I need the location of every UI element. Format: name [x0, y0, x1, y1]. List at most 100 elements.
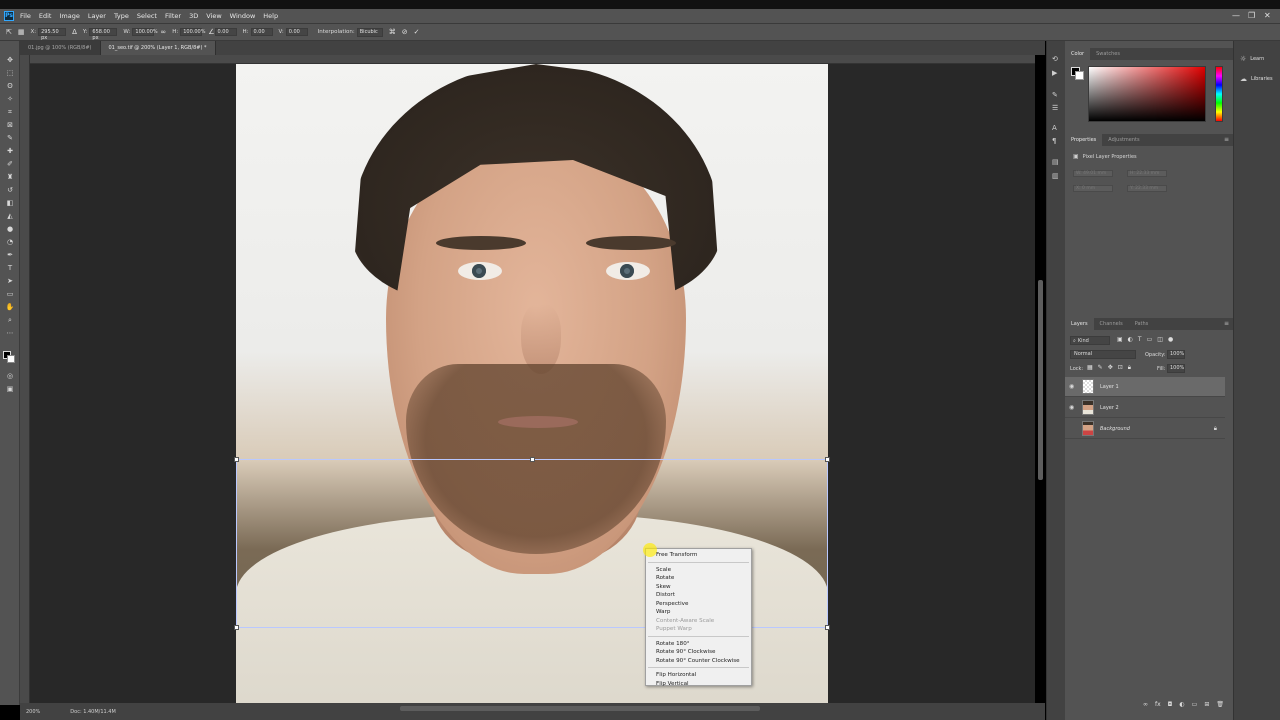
properties-menu-icon[interactable]: ≡ [1224, 134, 1229, 146]
type-tool-icon[interactable]: T [4, 263, 16, 274]
menu-item-rotate-90-cw[interactable]: Rotate 90° Clockwise [646, 648, 751, 657]
menu-item-rotate-90-ccw[interactable]: Rotate 90° Counter Clockwise [646, 657, 751, 666]
lock-artboard-icon[interactable]: ⊡ [1118, 364, 1123, 372]
lock-transparency-icon[interactable]: ▦ [1087, 364, 1093, 372]
menu-item-warp[interactable]: Warp [646, 608, 751, 617]
screen-mode-icon[interactable]: ▣ [4, 384, 16, 395]
paragraph-panel-icon[interactable]: ¶ [1052, 137, 1056, 145]
blur-tool-icon[interactable]: ● [4, 224, 16, 235]
handle-bottom-left[interactable] [234, 625, 239, 630]
edit-toolbar-icon[interactable]: ⋯ [4, 328, 16, 339]
adjust-sliders-icon[interactable]: ☰ [1052, 104, 1058, 112]
history-brush-tool-icon[interactable]: ↺ [4, 185, 16, 196]
menu-view[interactable]: View [206, 12, 221, 20]
layer-filter-select[interactable]: ⌕ Kind [1070, 336, 1110, 345]
dodge-tool-icon[interactable]: ◔ [4, 237, 16, 248]
menu-item-skew[interactable]: Skew [646, 583, 751, 592]
add-mask-icon[interactable]: ◘ [1168, 701, 1173, 708]
character-panel-icon[interactable]: A [1052, 124, 1057, 132]
menu-window[interactable]: Window [230, 12, 256, 20]
restore-icon[interactable]: ❐ [1248, 11, 1255, 20]
tab-channels[interactable]: Channels [1094, 318, 1129, 330]
brush-tool-icon[interactable]: ✐ [4, 159, 16, 170]
link-layers-icon[interactable]: ∞ [1143, 701, 1148, 708]
menu-item-rotate[interactable]: Rotate [646, 574, 751, 583]
learn-button[interactable]: ☼ Learn [1240, 55, 1264, 63]
menu-item-distort[interactable]: Distort [646, 591, 751, 600]
prop-y-field[interactable]: Y: 22.33 mm [1127, 185, 1167, 192]
layer-row-background[interactable]: Background 🔒︎ [1065, 419, 1225, 439]
color-panel-background-swatch[interactable] [1075, 71, 1084, 80]
menu-item-free-transform[interactable]: Free Transform [646, 551, 751, 560]
menu-select[interactable]: Select [137, 12, 157, 20]
opacity-field[interactable]: 100% [1167, 350, 1185, 359]
new-layer-icon[interactable]: ⊞ [1204, 701, 1209, 708]
menu-type[interactable]: Type [114, 12, 129, 20]
y-field[interactable]: 658.00 px [89, 28, 118, 41]
visibility-eye-icon[interactable]: ◉ [1069, 383, 1079, 390]
lock-pixels-icon[interactable]: ✎ [1098, 364, 1103, 372]
move-tool-icon[interactable]: ✥ [4, 55, 16, 66]
menu-3d[interactable]: 3D [189, 12, 198, 20]
height-field[interactable]: 100.00% [180, 28, 205, 36]
prop-x-field[interactable]: X: 0 mm [1073, 185, 1113, 192]
filter-shape-icon[interactable]: ▭ [1147, 336, 1153, 343]
lock-all-icon[interactable]: 🔒︎ [1128, 364, 1131, 372]
prop-width-field[interactable]: W: 49.01 mm [1073, 170, 1113, 177]
link-icon[interactable]: ∞ [160, 28, 166, 36]
color-field[interactable] [1088, 66, 1206, 122]
interpolation-select[interactable]: Bicubic [356, 27, 383, 37]
menu-file[interactable]: File [20, 12, 31, 20]
visibility-eye-icon[interactable]: ◉ [1069, 404, 1079, 411]
libraries-button[interactable]: ☁ Libraries [1240, 75, 1273, 83]
delta-icon[interactable]: Δ [72, 28, 77, 36]
zoom-tool-icon[interactable]: ⌕ [4, 315, 16, 326]
fill-field[interactable]: 100% [1167, 364, 1185, 373]
layer-row-layer-1[interactable]: ◉ Layer 1 [1065, 377, 1225, 397]
blend-mode-select[interactable]: Normal [1070, 350, 1136, 359]
healing-brush-tool-icon[interactable]: ✚ [4, 146, 16, 157]
menu-layer[interactable]: Layer [88, 12, 106, 20]
vertical-scrollbar[interactable] [1038, 280, 1043, 480]
menu-edit[interactable]: Edit [39, 12, 52, 20]
filter-adjustment-icon[interactable]: ◐ [1128, 336, 1133, 343]
history-panel-icon[interactable]: ⟲ [1052, 55, 1058, 63]
filter-type-icon[interactable]: T [1138, 336, 1142, 343]
crop-tool-icon[interactable]: ⌗ [4, 107, 16, 118]
cancel-transform-icon[interactable]: ⊘ [402, 28, 408, 36]
menu-item-perspective[interactable]: Perspective [646, 600, 751, 609]
filter-smart-object-icon[interactable]: ◫ [1157, 336, 1163, 343]
hue-slider[interactable] [1215, 66, 1223, 122]
lasso-tool-icon[interactable]: ʘ [4, 81, 16, 92]
delete-layer-icon[interactable]: 🗑︎ [1216, 701, 1224, 708]
tab-adjustments[interactable]: Adjustments [1102, 134, 1145, 146]
close-icon[interactable]: ✕ [1264, 11, 1271, 20]
handle-top-left[interactable] [234, 457, 239, 462]
gradient-tool-icon[interactable]: ◭ [4, 211, 16, 222]
lock-position-icon[interactable]: ✥ [1108, 364, 1113, 372]
frame-tool-icon[interactable]: ⊠ [4, 120, 16, 131]
reference-point-icon[interactable]: ▦ [18, 28, 25, 36]
layers-menu-icon[interactable]: ≡ [1224, 318, 1229, 330]
eyedropper-tool-icon[interactable]: ✎ [4, 133, 16, 144]
menu-image[interactable]: Image [59, 12, 79, 20]
layer-style-icon[interactable]: fx [1155, 701, 1161, 708]
clone-stamp-tool-icon[interactable]: ♜ [4, 172, 16, 183]
h-skew-field[interactable]: 0.00 [250, 28, 273, 36]
filter-toggle-icon[interactable]: ● [1168, 336, 1173, 343]
pen-tool-icon[interactable]: ✒ [4, 250, 16, 261]
handle-bottom-right[interactable] [825, 625, 830, 630]
minimize-icon[interactable]: — [1232, 11, 1240, 20]
menu-help[interactable]: Help [263, 12, 278, 20]
commit-transform-icon[interactable]: ✓ [414, 28, 420, 36]
actions-panel-icon[interactable]: ▶ [1052, 69, 1057, 77]
angle-field[interactable]: 0.00 [214, 28, 237, 36]
horizontal-scrollbar[interactable] [400, 706, 760, 711]
quick-mask-icon[interactable]: ◎ [4, 371, 16, 382]
new-group-icon[interactable]: ▭ [1192, 701, 1198, 708]
handle-top-right[interactable] [825, 457, 830, 462]
layer-lock-icon[interactable]: 🔒︎ [1214, 425, 1217, 433]
width-field[interactable]: 100.00% [132, 28, 158, 36]
warp-mode-icon[interactable]: ⌘ [389, 28, 396, 36]
v-skew-field[interactable]: 0.00 [285, 28, 308, 36]
